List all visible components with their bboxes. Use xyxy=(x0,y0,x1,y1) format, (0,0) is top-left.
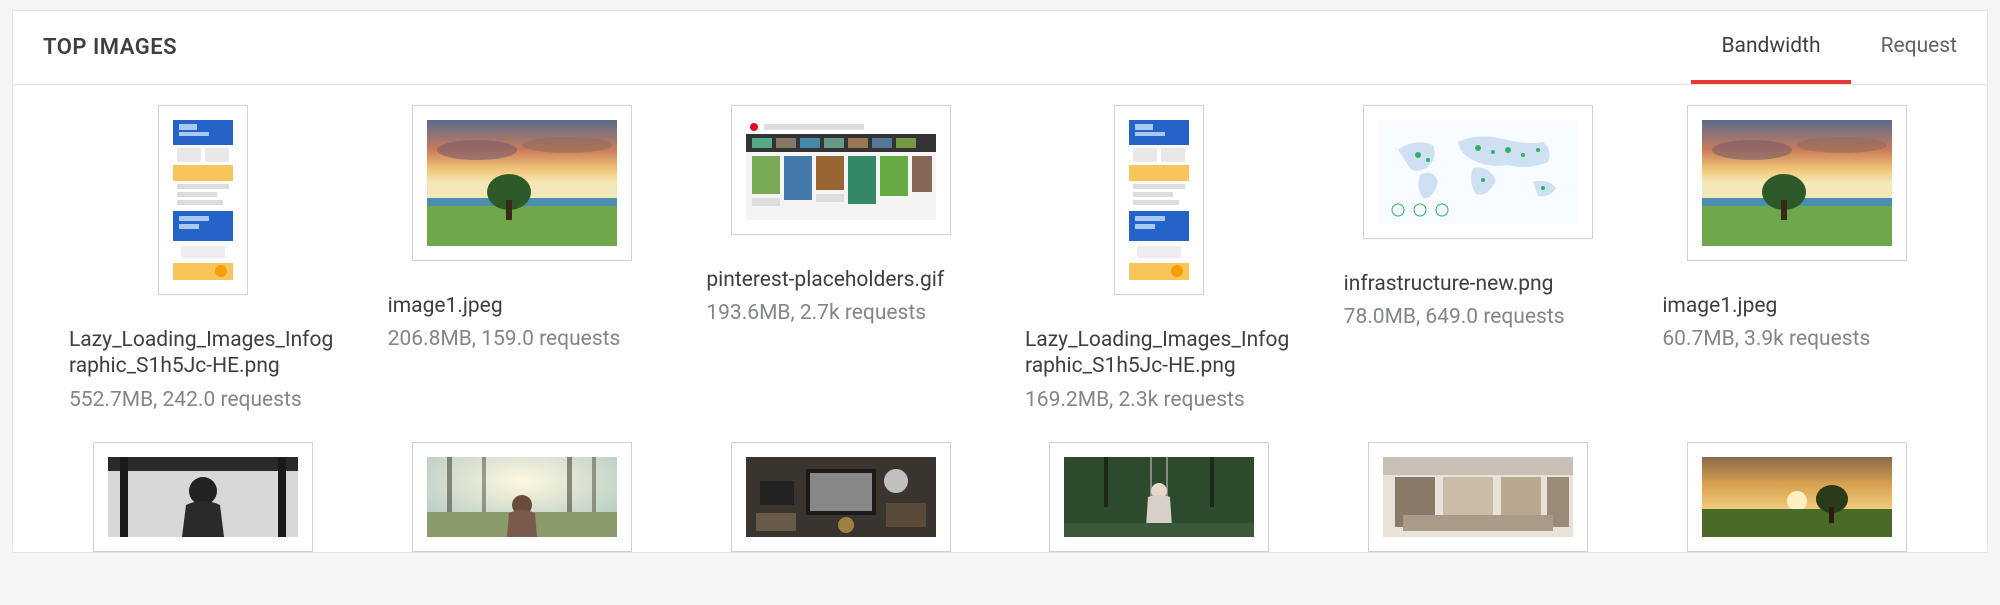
tabs: Bandwidth Request xyxy=(1691,11,1987,84)
image-card[interactable]: image1.jpeg 206.8MB, 159.0 requests xyxy=(388,105,657,412)
image-stats: 206.8MB, 159.0 requests xyxy=(388,327,621,351)
image-card[interactable] xyxy=(1344,442,1613,552)
thumbnail xyxy=(93,442,313,552)
image-filename: Lazy_Loading_Images_Infographic_S1h5Jc-H… xyxy=(69,327,338,380)
image-stats: 60.7MB, 3.9k requests xyxy=(1662,327,1870,351)
image-card[interactable]: Lazy_Loading_Images_Infographic_S1h5Jc-H… xyxy=(1025,105,1294,412)
thumbnail-svg-desk xyxy=(746,457,936,537)
thumbnail xyxy=(158,105,248,295)
thumbnail xyxy=(731,105,951,235)
image-stats: 169.2MB, 2.3k requests xyxy=(1025,388,1245,412)
panel-title: TOP IMAGES xyxy=(43,35,177,60)
image-card[interactable]: Lazy_Loading_Images_Infographic_S1h5Jc-H… xyxy=(69,105,338,412)
panel-header: TOP IMAGES Bandwidth Request xyxy=(13,11,1987,85)
thumbnail-svg-swing xyxy=(1064,457,1254,537)
image-card[interactable]: image1.jpeg 60.7MB, 3.9k requests xyxy=(1662,105,1931,412)
image-stats: 552.7MB, 242.0 requests xyxy=(69,388,302,412)
image-stats: 78.0MB, 649.0 requests xyxy=(1344,305,1565,329)
thumbnail-svg-sunset-tree xyxy=(427,120,617,246)
thumbnail xyxy=(731,442,951,552)
image-card[interactable] xyxy=(1662,442,1931,552)
thumbnail-svg-shop xyxy=(1383,457,1573,537)
image-card[interactable]: infrastructure-new.png 78.0MB, 649.0 req… xyxy=(1344,105,1613,412)
thumbnail-svg-bw-child xyxy=(108,457,298,537)
image-grid: Lazy_Loading_Images_Infographic_S1h5Jc-H… xyxy=(13,85,1987,552)
thumbnail-svg-tall-page xyxy=(1129,120,1189,280)
thumbnail-svg-sunset-tree xyxy=(1702,120,1892,246)
thumbnail xyxy=(1049,442,1269,552)
thumbnail-svg-sunset-field xyxy=(1702,457,1892,537)
top-images-panel: TOP IMAGES Bandwidth Request xyxy=(12,10,1988,553)
thumbnail xyxy=(412,442,632,552)
image-card[interactable] xyxy=(69,442,338,552)
image-filename: infrastructure-new.png xyxy=(1344,271,1613,297)
thumbnail-svg-girl-sun xyxy=(427,457,617,537)
image-filename: image1.jpeg xyxy=(1662,293,1931,319)
tab-bandwidth[interactable]: Bandwidth xyxy=(1691,11,1850,84)
tab-request[interactable]: Request xyxy=(1851,11,1987,84)
thumbnail xyxy=(1687,105,1907,261)
image-stats: 193.6MB, 2.7k requests xyxy=(706,301,926,325)
image-card[interactable] xyxy=(388,442,657,552)
image-filename: Lazy_Loading_Images_Infographic_S1h5Jc-H… xyxy=(1025,327,1294,380)
thumbnail xyxy=(412,105,632,261)
thumbnail xyxy=(1687,442,1907,552)
image-card[interactable]: pinterest-placeholders.gif 193.6MB, 2.7k… xyxy=(706,105,975,412)
thumbnail-svg-pinterest xyxy=(746,120,936,220)
thumbnail xyxy=(1114,105,1204,295)
thumbnail-svg-world-map xyxy=(1378,120,1578,224)
thumbnail xyxy=(1363,105,1593,239)
image-filename: pinterest-placeholders.gif xyxy=(706,267,975,293)
image-filename: image1.jpeg xyxy=(388,293,657,319)
image-card[interactable] xyxy=(1025,442,1294,552)
thumbnail-svg-tall-page xyxy=(173,120,233,280)
image-card[interactable] xyxy=(706,442,975,552)
thumbnail xyxy=(1368,442,1588,552)
